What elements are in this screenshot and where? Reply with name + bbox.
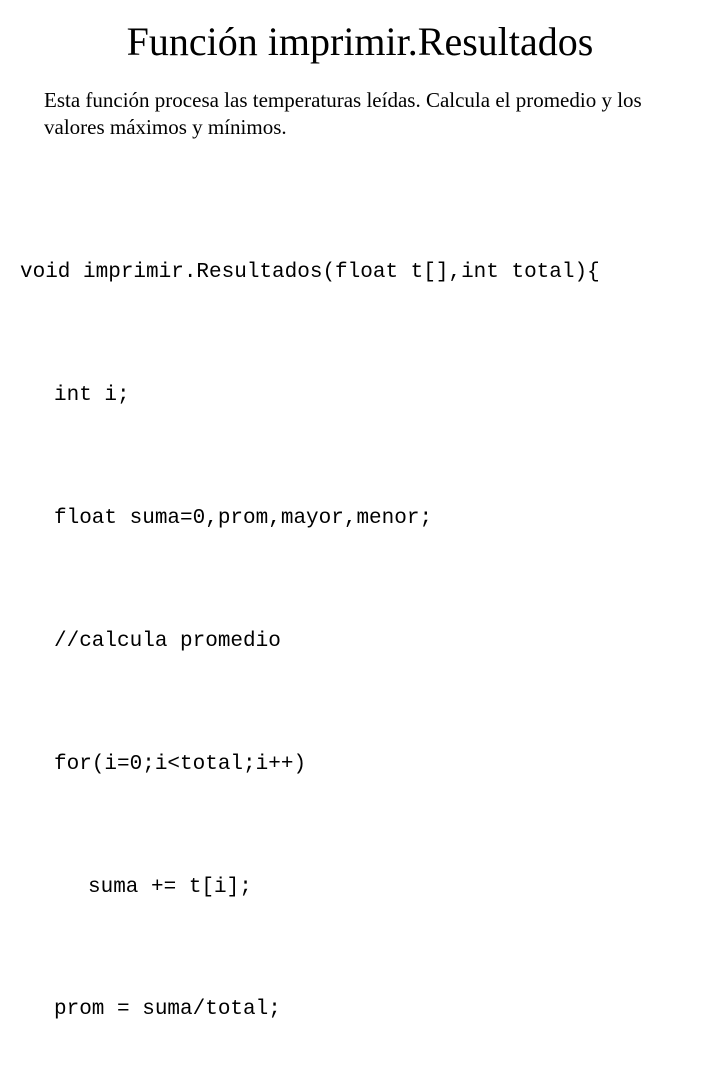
code-line: prom = suma/total; bbox=[20, 990, 700, 1031]
code-line: suma += t[i]; bbox=[20, 868, 700, 909]
code-line: float suma=0,prom,mayor,menor; bbox=[20, 499, 700, 540]
slide-title: Función imprimir.Resultados bbox=[20, 18, 700, 65]
code-line: for(i=0;i<total;i++) bbox=[20, 745, 700, 786]
code-line: void imprimir.Resultados(float t[],int t… bbox=[20, 253, 700, 294]
code-line: int i; bbox=[20, 376, 700, 417]
code-line: //calcula promedio bbox=[20, 622, 700, 663]
slide: Función imprimir.Resultados Esta función… bbox=[0, 0, 720, 1080]
code-block: void imprimir.Resultados(float t[],int t… bbox=[20, 172, 700, 1080]
slide-description: Esta función procesa las temperaturas le… bbox=[44, 87, 676, 142]
